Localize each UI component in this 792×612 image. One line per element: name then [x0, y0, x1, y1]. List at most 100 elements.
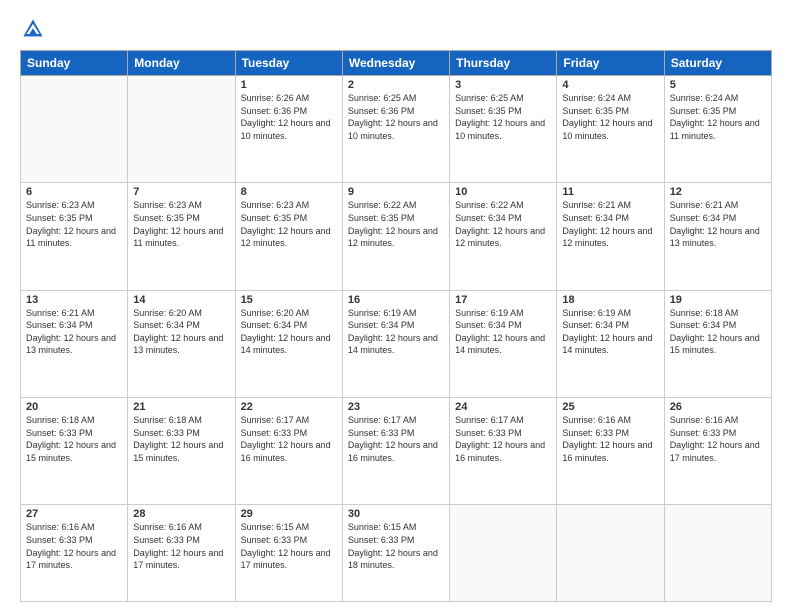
calendar-cell: 30Sunrise: 6:15 AM Sunset: 6:33 PM Dayli… [342, 505, 449, 602]
day-info: Sunrise: 6:23 AM Sunset: 6:35 PM Dayligh… [133, 199, 229, 249]
day-info: Sunrise: 6:16 AM Sunset: 6:33 PM Dayligh… [133, 521, 229, 571]
day-info: Sunrise: 6:20 AM Sunset: 6:34 PM Dayligh… [133, 307, 229, 357]
day-info: Sunrise: 6:18 AM Sunset: 6:34 PM Dayligh… [670, 307, 766, 357]
calendar-cell: 10Sunrise: 6:22 AM Sunset: 6:34 PM Dayli… [450, 183, 557, 290]
calendar-cell [21, 76, 128, 183]
day-number: 12 [670, 186, 766, 198]
calendar-cell: 11Sunrise: 6:21 AM Sunset: 6:34 PM Dayli… [557, 183, 664, 290]
day-number: 28 [133, 508, 229, 520]
day-info: Sunrise: 6:17 AM Sunset: 6:33 PM Dayligh… [241, 414, 337, 464]
calendar-cell: 28Sunrise: 6:16 AM Sunset: 6:33 PM Dayli… [128, 505, 235, 602]
day-number: 27 [26, 508, 122, 520]
day-info: Sunrise: 6:24 AM Sunset: 6:35 PM Dayligh… [670, 92, 766, 142]
day-number: 1 [241, 79, 337, 91]
calendar-header-thursday: Thursday [450, 51, 557, 76]
day-number: 14 [133, 294, 229, 306]
day-info: Sunrise: 6:15 AM Sunset: 6:33 PM Dayligh… [348, 521, 444, 571]
calendar-header-tuesday: Tuesday [235, 51, 342, 76]
day-number: 17 [455, 294, 551, 306]
day-info: Sunrise: 6:19 AM Sunset: 6:34 PM Dayligh… [348, 307, 444, 357]
day-info: Sunrise: 6:15 AM Sunset: 6:33 PM Dayligh… [241, 521, 337, 571]
day-number: 19 [670, 294, 766, 306]
calendar: SundayMondayTuesdayWednesdayThursdayFrid… [20, 50, 772, 602]
calendar-cell: 4Sunrise: 6:24 AM Sunset: 6:35 PM Daylig… [557, 76, 664, 183]
logo-icon [22, 18, 44, 40]
calendar-cell: 17Sunrise: 6:19 AM Sunset: 6:34 PM Dayli… [450, 290, 557, 397]
calendar-cell: 21Sunrise: 6:18 AM Sunset: 6:33 PM Dayli… [128, 398, 235, 505]
calendar-cell: 2Sunrise: 6:25 AM Sunset: 6:36 PM Daylig… [342, 76, 449, 183]
day-info: Sunrise: 6:25 AM Sunset: 6:35 PM Dayligh… [455, 92, 551, 142]
calendar-cell: 25Sunrise: 6:16 AM Sunset: 6:33 PM Dayli… [557, 398, 664, 505]
day-number: 3 [455, 79, 551, 91]
page: SundayMondayTuesdayWednesdayThursdayFrid… [0, 0, 792, 612]
day-number: 9 [348, 186, 444, 198]
day-info: Sunrise: 6:22 AM Sunset: 6:34 PM Dayligh… [455, 199, 551, 249]
day-number: 10 [455, 186, 551, 198]
day-info: Sunrise: 6:26 AM Sunset: 6:36 PM Dayligh… [241, 92, 337, 142]
day-number: 26 [670, 401, 766, 413]
day-info: Sunrise: 6:23 AM Sunset: 6:35 PM Dayligh… [241, 199, 337, 249]
day-number: 5 [670, 79, 766, 91]
day-info: Sunrise: 6:18 AM Sunset: 6:33 PM Dayligh… [133, 414, 229, 464]
day-number: 11 [562, 186, 658, 198]
day-info: Sunrise: 6:24 AM Sunset: 6:35 PM Dayligh… [562, 92, 658, 142]
day-number: 30 [348, 508, 444, 520]
calendar-cell [450, 505, 557, 602]
day-info: Sunrise: 6:18 AM Sunset: 6:33 PM Dayligh… [26, 414, 122, 464]
calendar-cell: 18Sunrise: 6:19 AM Sunset: 6:34 PM Dayli… [557, 290, 664, 397]
day-info: Sunrise: 6:16 AM Sunset: 6:33 PM Dayligh… [26, 521, 122, 571]
calendar-cell: 19Sunrise: 6:18 AM Sunset: 6:34 PM Dayli… [664, 290, 771, 397]
calendar-cell: 24Sunrise: 6:17 AM Sunset: 6:33 PM Dayli… [450, 398, 557, 505]
calendar-cell [557, 505, 664, 602]
calendar-cell: 8Sunrise: 6:23 AM Sunset: 6:35 PM Daylig… [235, 183, 342, 290]
day-number: 23 [348, 401, 444, 413]
logo-text [20, 18, 44, 40]
calendar-week-5: 27Sunrise: 6:16 AM Sunset: 6:33 PM Dayli… [21, 505, 772, 602]
day-info: Sunrise: 6:21 AM Sunset: 6:34 PM Dayligh… [562, 199, 658, 249]
day-number: 15 [241, 294, 337, 306]
day-number: 22 [241, 401, 337, 413]
calendar-cell: 26Sunrise: 6:16 AM Sunset: 6:33 PM Dayli… [664, 398, 771, 505]
calendar-cell: 12Sunrise: 6:21 AM Sunset: 6:34 PM Dayli… [664, 183, 771, 290]
day-number: 8 [241, 186, 337, 198]
header [20, 18, 772, 40]
calendar-cell: 13Sunrise: 6:21 AM Sunset: 6:34 PM Dayli… [21, 290, 128, 397]
calendar-cell: 1Sunrise: 6:26 AM Sunset: 6:36 PM Daylig… [235, 76, 342, 183]
calendar-cell [664, 505, 771, 602]
day-info: Sunrise: 6:25 AM Sunset: 6:36 PM Dayligh… [348, 92, 444, 142]
calendar-week-3: 13Sunrise: 6:21 AM Sunset: 6:34 PM Dayli… [21, 290, 772, 397]
calendar-header-wednesday: Wednesday [342, 51, 449, 76]
calendar-header-friday: Friday [557, 51, 664, 76]
day-info: Sunrise: 6:22 AM Sunset: 6:35 PM Dayligh… [348, 199, 444, 249]
calendar-week-1: 1Sunrise: 6:26 AM Sunset: 6:36 PM Daylig… [21, 76, 772, 183]
day-info: Sunrise: 6:19 AM Sunset: 6:34 PM Dayligh… [562, 307, 658, 357]
calendar-cell: 22Sunrise: 6:17 AM Sunset: 6:33 PM Dayli… [235, 398, 342, 505]
calendar-header-row: SundayMondayTuesdayWednesdayThursdayFrid… [21, 51, 772, 76]
day-number: 21 [133, 401, 229, 413]
day-info: Sunrise: 6:16 AM Sunset: 6:33 PM Dayligh… [562, 414, 658, 464]
calendar-cell: 16Sunrise: 6:19 AM Sunset: 6:34 PM Dayli… [342, 290, 449, 397]
calendar-header-monday: Monday [128, 51, 235, 76]
day-number: 20 [26, 401, 122, 413]
calendar-cell: 14Sunrise: 6:20 AM Sunset: 6:34 PM Dayli… [128, 290, 235, 397]
logo [20, 18, 44, 40]
day-number: 24 [455, 401, 551, 413]
calendar-cell: 15Sunrise: 6:20 AM Sunset: 6:34 PM Dayli… [235, 290, 342, 397]
calendar-cell: 7Sunrise: 6:23 AM Sunset: 6:35 PM Daylig… [128, 183, 235, 290]
day-number: 6 [26, 186, 122, 198]
calendar-header-saturday: Saturday [664, 51, 771, 76]
calendar-cell: 23Sunrise: 6:17 AM Sunset: 6:33 PM Dayli… [342, 398, 449, 505]
day-number: 13 [26, 294, 122, 306]
calendar-cell: 20Sunrise: 6:18 AM Sunset: 6:33 PM Dayli… [21, 398, 128, 505]
day-number: 25 [562, 401, 658, 413]
calendar-cell: 29Sunrise: 6:15 AM Sunset: 6:33 PM Dayli… [235, 505, 342, 602]
day-number: 2 [348, 79, 444, 91]
calendar-cell: 6Sunrise: 6:23 AM Sunset: 6:35 PM Daylig… [21, 183, 128, 290]
calendar-week-4: 20Sunrise: 6:18 AM Sunset: 6:33 PM Dayli… [21, 398, 772, 505]
day-info: Sunrise: 6:19 AM Sunset: 6:34 PM Dayligh… [455, 307, 551, 357]
day-number: 4 [562, 79, 658, 91]
calendar-cell: 27Sunrise: 6:16 AM Sunset: 6:33 PM Dayli… [21, 505, 128, 602]
day-info: Sunrise: 6:17 AM Sunset: 6:33 PM Dayligh… [348, 414, 444, 464]
day-info: Sunrise: 6:17 AM Sunset: 6:33 PM Dayligh… [455, 414, 551, 464]
day-info: Sunrise: 6:21 AM Sunset: 6:34 PM Dayligh… [670, 199, 766, 249]
